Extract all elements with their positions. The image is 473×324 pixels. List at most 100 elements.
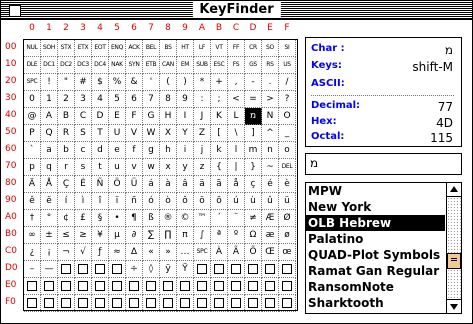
char-cell[interactable]: HT	[177, 40, 194, 57]
font-list-item[interactable]: Sharktooth	[306, 295, 445, 311]
char-cell[interactable]: V	[126, 125, 143, 142]
char-cell[interactable]: O	[279, 108, 296, 125]
char-cell[interactable]: CR	[245, 40, 262, 57]
char-cell[interactable]: SPC	[24, 74, 41, 91]
char-cell[interactable]: ™	[194, 210, 211, 227]
char-cell[interactable]	[143, 278, 160, 295]
font-list-scrollbar[interactable]	[446, 183, 461, 313]
char-cell[interactable]	[109, 295, 126, 312]
char-cell[interactable]: v	[126, 159, 143, 176]
scroll-thumb[interactable]	[447, 253, 461, 269]
char-cell[interactable]: …	[177, 244, 194, 261]
char-cell[interactable]: FS	[228, 57, 245, 74]
char-cell[interactable]: ∆	[126, 244, 143, 261]
character-field[interactable]: מ	[305, 153, 462, 175]
char-cell[interactable]: r	[58, 159, 75, 176]
char-cell[interactable]: ACK	[126, 40, 143, 57]
char-cell[interactable]	[109, 261, 126, 278]
char-cell[interactable]: ¥	[92, 227, 109, 244]
char-cell[interactable]	[262, 278, 279, 295]
char-cell[interactable]: Ä	[24, 176, 41, 193]
char-cell[interactable]: U	[109, 125, 126, 142]
char-cell[interactable]: LF	[194, 40, 211, 57]
char-cell[interactable]: å	[228, 176, 245, 193]
char-cell[interactable]: A	[41, 108, 58, 125]
char-cell[interactable]: ]	[245, 125, 262, 142]
char-cell[interactable]: ú	[228, 193, 245, 210]
char-cell[interactable]: ;	[211, 91, 228, 108]
char-cell[interactable]	[245, 278, 262, 295]
char-cell[interactable]: W	[143, 125, 160, 142]
char-cell[interactable]: ^	[262, 125, 279, 142]
char-cell[interactable]: ®	[160, 210, 177, 227]
char-cell[interactable]: Ç	[58, 176, 75, 193]
char-cell[interactable]: ±	[41, 227, 58, 244]
scroll-track[interactable]	[447, 197, 461, 299]
char-cell[interactable]: g	[143, 142, 160, 159]
char-cell[interactable]: ∏	[160, 227, 177, 244]
char-cell[interactable]: DC2	[58, 57, 75, 74]
char-cell[interactable]	[228, 261, 245, 278]
char-cell[interactable]: E	[109, 108, 126, 125]
char-cell[interactable]: +	[211, 74, 228, 91]
char-cell[interactable]: RS	[262, 57, 279, 74]
char-cell[interactable]	[194, 295, 211, 312]
char-cell[interactable]: SUB	[194, 57, 211, 74]
char-cell[interactable]	[194, 278, 211, 295]
char-cell[interactable]: GS	[245, 57, 262, 74]
char-cell[interactable]: K	[211, 108, 228, 125]
char-cell[interactable]: ã	[211, 176, 228, 193]
char-cell[interactable]	[58, 261, 75, 278]
char-cell[interactable]: í	[58, 193, 75, 210]
char-cell[interactable]: DC4	[92, 57, 109, 74]
char-cell[interactable]: ø	[279, 227, 296, 244]
char-cell[interactable]: u	[109, 159, 126, 176]
char-cell[interactable]: /	[279, 74, 296, 91]
char-cell[interactable]: »	[160, 244, 177, 261]
char-cell[interactable]: z	[194, 159, 211, 176]
char-cell[interactable]: h	[160, 142, 177, 159]
char-cell[interactable]: D	[92, 108, 109, 125]
char-cell[interactable]: ¶	[126, 210, 143, 227]
char-cell[interactable]	[245, 261, 262, 278]
char-cell[interactable]	[41, 295, 58, 312]
char-cell[interactable]: ô	[177, 193, 194, 210]
char-cell[interactable]: $	[92, 74, 109, 91]
char-cell[interactable]: Z	[194, 125, 211, 142]
char-cell[interactable]: SOH	[41, 40, 58, 57]
char-cell[interactable]	[245, 295, 262, 312]
char-cell[interactable]: ñ	[126, 193, 143, 210]
char-cell[interactable]: @	[24, 108, 41, 125]
char-cell[interactable]	[228, 295, 245, 312]
char-cell[interactable]: ì	[75, 193, 92, 210]
char-cell[interactable]: %	[109, 74, 126, 91]
font-list-item[interactable]: QUAD-Plot Symbols	[306, 247, 445, 263]
char-cell[interactable]: 0	[24, 91, 41, 108]
char-cell[interactable]: <	[228, 91, 245, 108]
char-cell[interactable]: î	[92, 193, 109, 210]
char-cell[interactable]	[24, 278, 41, 295]
char-cell[interactable]	[75, 295, 92, 312]
char-cell[interactable]: R	[58, 125, 75, 142]
char-cell[interactable]	[58, 295, 75, 312]
char-cell[interactable]: Ã	[228, 244, 245, 261]
char-cell[interactable]: ∑	[143, 227, 160, 244]
char-cell[interactable]: ≈	[109, 244, 126, 261]
char-cell[interactable]	[211, 278, 228, 295]
char-cell[interactable]: 2	[58, 91, 75, 108]
char-cell[interactable]	[75, 278, 92, 295]
char-cell[interactable]: C	[75, 108, 92, 125]
char-cell[interactable]: à	[160, 176, 177, 193]
char-cell[interactable]	[211, 261, 228, 278]
char-cell[interactable]: S	[75, 125, 92, 142]
char-cell[interactable]: `	[24, 142, 41, 159]
char-cell[interactable]	[262, 261, 279, 278]
char-cell[interactable]: p	[24, 159, 41, 176]
close-box[interactable]	[9, 5, 21, 17]
char-cell[interactable]: c	[75, 142, 92, 159]
char-cell[interactable]: â	[177, 176, 194, 193]
char-cell[interactable]: 9	[177, 91, 194, 108]
char-cell[interactable]: DEL	[279, 159, 296, 176]
char-cell[interactable]: )	[177, 74, 194, 91]
char-cell[interactable]	[177, 295, 194, 312]
